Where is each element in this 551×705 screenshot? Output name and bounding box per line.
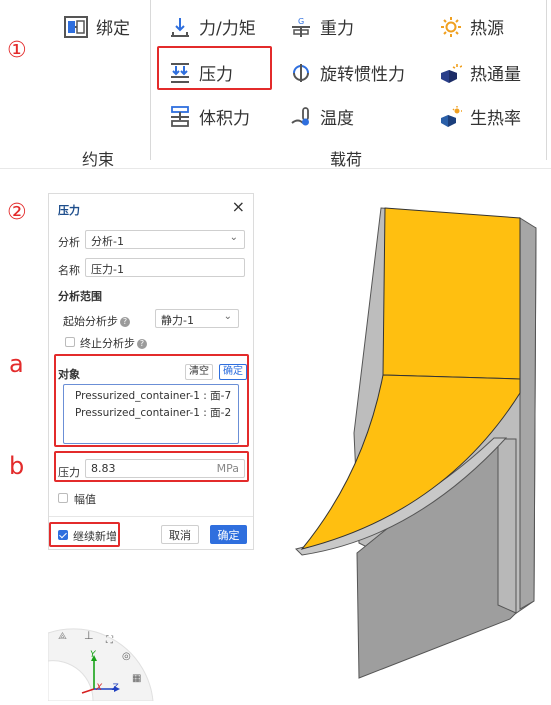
gravity-button[interactable]: G 重力 — [290, 14, 354, 39]
ribbon-bottom-border — [0, 168, 551, 169]
help-icon[interactable]: ? — [137, 339, 147, 349]
sun-icon — [441, 16, 461, 37]
rotational-inertia-button[interactable]: 旋转惯性力 — [290, 60, 405, 85]
svg-text:G: G — [298, 17, 304, 26]
start-step-value: 静力-1 — [161, 314, 194, 327]
name-label: 名称 — [58, 264, 80, 277]
name-input[interactable]: 压力-1 — [85, 258, 245, 277]
panel-footer-divider — [49, 516, 253, 517]
heat-generation-label: 生热率 — [470, 109, 521, 129]
body-force-button[interactable]: 体积力 — [169, 104, 250, 129]
end-step-checkbox[interactable] — [65, 337, 75, 347]
constraint-group-label: 约束 — [82, 150, 115, 169]
view-navigation-widget[interactable]: ⟁ ⊥ ⛶ ◎ ▦ Y X Z — [47, 603, 158, 702]
amplitude-checkbox[interactable] — [58, 493, 68, 503]
end-step-label: 终止分析步? — [80, 335, 147, 351]
body-force-label: 体积力 — [199, 109, 250, 129]
bind-label: 绑定 — [96, 19, 130, 39]
force-moment-label: 力/力矩 — [199, 19, 256, 39]
marker-a: a — [9, 350, 24, 378]
grid-icon[interactable]: ▦ — [132, 673, 141, 684]
amplitude-label: 幅值 — [74, 493, 96, 506]
axis-x-label: X — [96, 683, 103, 693]
ribbon-separator — [546, 0, 547, 160]
heat-generation-button[interactable]: 生热率 — [440, 104, 521, 129]
temperature-label: 温度 — [320, 109, 354, 129]
ribbon-toolbar: 绑定 约束 力/力矩 压力 体积力 G 重力 旋转惯性力 温度 热源 热通量 生… — [0, 0, 551, 169]
cancel-button[interactable]: 取消 — [161, 525, 199, 544]
bind-button[interactable]: 绑定 — [64, 14, 130, 39]
heat-generation-icon — [441, 105, 462, 127]
analysis-label: 分析 — [58, 236, 80, 249]
gravity-label: 重力 — [320, 19, 354, 39]
view-front-icon[interactable]: ⊥ — [84, 629, 94, 642]
panel-title: 压力 — [58, 204, 80, 217]
scope-header: 分析范围 — [58, 290, 102, 303]
heat-flux-label: 热通量 — [470, 65, 521, 85]
thermometer-icon — [291, 106, 309, 125]
temperature-button[interactable]: 温度 — [290, 104, 354, 129]
start-step-text: 起始分析步 — [63, 315, 118, 328]
axis-y-label: Y — [90, 650, 96, 660]
chevron-down-icon: ⌄ — [229, 232, 238, 243]
close-icon[interactable]: × — [232, 197, 245, 216]
bind-icon — [64, 15, 88, 38]
pressure-highlight-box — [157, 46, 272, 90]
ribbon-separator — [150, 0, 151, 160]
step-marker-2: ② — [7, 200, 27, 225]
view-iso-icon[interactable]: ⟁ — [58, 631, 67, 642]
gravity-icon: G — [292, 17, 310, 37]
rotational-inertia-label: 旋转惯性力 — [320, 65, 405, 85]
heat-flux-button[interactable]: 热通量 — [440, 60, 521, 85]
ok-button[interactable]: 确定 — [210, 525, 247, 544]
chevron-down-icon: ⌄ — [223, 311, 232, 322]
analysis-select[interactable]: 分析-1 ⌄ — [85, 230, 245, 249]
axis-z-label: Z — [112, 683, 119, 693]
end-step-text: 终止分析步 — [80, 337, 135, 350]
continue-add-highlight-box — [49, 522, 120, 547]
heat-flux-icon — [441, 63, 462, 83]
analysis-value: 分析-1 — [91, 235, 124, 248]
object-highlight-box — [54, 354, 249, 447]
marker-b: b — [9, 452, 25, 480]
fit-view-icon[interactable]: ⛶ — [106, 635, 113, 646]
force-moment-button[interactable]: 力/力矩 — [169, 14, 256, 39]
surface-face-7[interactable] — [382, 207, 521, 380]
model-viewport[interactable] — [254, 193, 551, 701]
load-group-label: 载荷 — [330, 150, 363, 169]
step-marker-1: ① — [7, 38, 27, 63]
rotation-icon — [293, 63, 309, 82]
pressure-highlight-box — [54, 451, 249, 482]
heat-source-label: 热源 — [470, 19, 504, 39]
pressurized-container-model[interactable] — [254, 193, 551, 701]
help-icon[interactable]: ? — [120, 317, 130, 327]
start-step-select[interactable]: 静力-1 ⌄ — [155, 309, 239, 328]
heat-source-button[interactable]: 热源 — [440, 14, 504, 39]
force-moment-icon — [171, 17, 189, 37]
body-force-icon — [171, 105, 189, 127]
start-step-label: 起始分析步? — [63, 313, 130, 329]
